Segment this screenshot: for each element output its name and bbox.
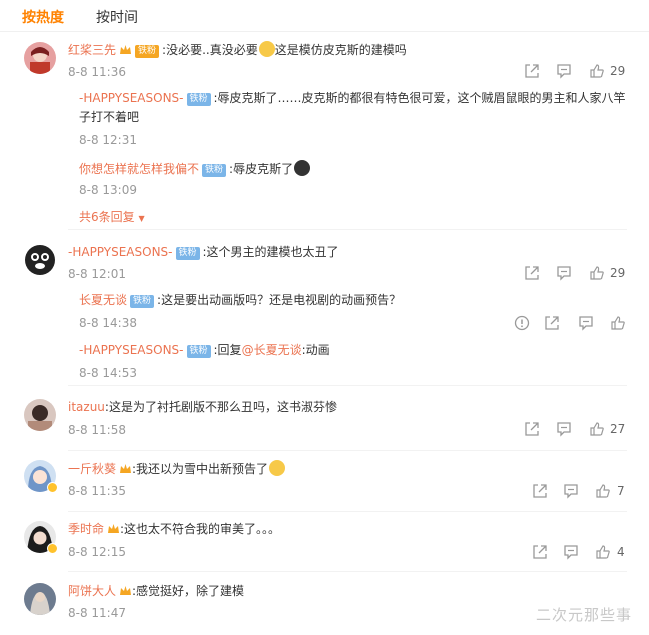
like-count: 27 xyxy=(610,422,626,436)
comment-username[interactable]: 红桨三先 xyxy=(68,43,116,57)
reply-time: 8-8 14:38 xyxy=(79,316,137,330)
crown-badge-icon xyxy=(120,464,132,473)
comment-text: :这是为了衬托剧版不那么丑吗，这书淑芬惨 xyxy=(104,400,337,414)
comment-actions: 29 xyxy=(524,265,629,281)
reply-text: :辱皮克斯了 xyxy=(229,162,294,176)
comment-time: 8-8 11:58 xyxy=(68,423,126,437)
comment-icon[interactable] xyxy=(578,315,594,331)
like-icon[interactable] xyxy=(589,63,605,79)
comment-actions: 7 xyxy=(532,483,629,499)
tab-sort-by-time[interactable]: 按时间 xyxy=(96,7,138,27)
comment-text: :这也太不符合我的审美了。。。 xyxy=(120,522,281,536)
comment-icon[interactable] xyxy=(556,63,572,79)
share-icon[interactable] xyxy=(544,315,560,331)
divider xyxy=(68,571,627,572)
share-icon[interactable] xyxy=(524,421,540,437)
like-count: 29 xyxy=(610,64,626,78)
crown-badge-icon xyxy=(108,524,120,533)
comment-actions: 27 xyxy=(524,421,629,437)
reply-text: :动画 xyxy=(301,343,330,357)
fan-badge: 铁粉 xyxy=(130,295,155,308)
more-replies-link[interactable]: 共6条回复 ▼ xyxy=(79,210,145,226)
report-icon[interactable] xyxy=(514,315,530,331)
reply-text: :这是要出动画版吗？还是电视剧的动画预告？ xyxy=(157,293,402,307)
comment-time: 8-8 11:35 xyxy=(68,484,126,498)
comment-username[interactable]: itazuu xyxy=(68,400,105,414)
reply-username[interactable]: -HAPPYSEASONS- xyxy=(79,343,184,357)
reply-text: :辱皮克斯了……皮克斯的都很有特色很可爱，这个贼眉鼠眼的男主和人家八竿 xyxy=(213,91,626,105)
reply-username[interactable]: 长夏无谈 xyxy=(79,293,127,307)
comment-icon[interactable] xyxy=(563,544,579,560)
fan-badge: 铁粉 xyxy=(175,247,200,260)
share-icon[interactable] xyxy=(532,544,548,560)
comment-time: 8-8 12:01 xyxy=(68,267,126,281)
verified-badge-icon xyxy=(47,482,58,493)
divider xyxy=(68,450,627,451)
like-icon[interactable] xyxy=(589,421,605,437)
comment-username[interactable]: 季时命 xyxy=(68,522,104,536)
emoji-icon xyxy=(258,41,275,57)
watermark: 二次元那些事 xyxy=(536,606,633,624)
emoji-icon xyxy=(294,160,311,176)
caret-down-icon: ▼ xyxy=(138,214,145,223)
share-icon[interactable] xyxy=(524,63,540,79)
comment-icon[interactable] xyxy=(556,265,572,281)
share-icon[interactable] xyxy=(532,483,548,499)
like-icon[interactable] xyxy=(610,315,626,331)
comment-time: 8-8 12:15 xyxy=(68,545,126,559)
like-icon[interactable] xyxy=(589,265,605,281)
comment-text: :这个男主的建模也太丑了 xyxy=(202,245,339,259)
comment-actions: 29 xyxy=(524,63,629,79)
fan-badge: 铁粉 xyxy=(135,45,160,58)
mention-link[interactable]: @长夏无谈 xyxy=(242,343,302,357)
avatar[interactable] xyxy=(24,399,56,431)
fan-badge: 铁粉 xyxy=(186,93,211,106)
reply-time: 8-8 14:53 xyxy=(79,366,137,380)
reply-prefix: :回复 xyxy=(213,343,242,357)
comment-time: 8-8 11:47 xyxy=(68,606,126,620)
reply-time: 8-8 12:31 xyxy=(79,133,137,147)
comment-icon[interactable] xyxy=(563,483,579,499)
emoji-icon xyxy=(269,460,286,476)
comment-text: :感觉挺好，除了建模 xyxy=(132,584,245,598)
reply-text-continued: 子打不着吧 xyxy=(79,110,140,124)
reply-actions xyxy=(514,315,629,331)
comment-icon[interactable] xyxy=(556,421,572,437)
comment-text: :没必要..真没必要 xyxy=(162,43,258,57)
like-count: 7 xyxy=(617,484,625,498)
crown-badge-icon xyxy=(120,45,132,54)
like-count: 29 xyxy=(610,266,626,280)
divider xyxy=(68,229,627,230)
comment-username[interactable]: -HAPPYSEASONS- xyxy=(68,245,173,259)
tab-sort-by-hot[interactable]: 按热度 xyxy=(22,7,64,27)
like-count: 4 xyxy=(617,545,625,559)
sort-tabs: 按热度 按时间 xyxy=(0,0,649,32)
reply-time: 8-8 13:09 xyxy=(79,183,137,197)
fan-badge: 铁粉 xyxy=(186,345,211,358)
reply-username[interactable]: -HAPPYSEASONS- xyxy=(79,91,184,105)
comment-username[interactable]: 一斤秋葵 xyxy=(68,462,116,476)
verified-badge-icon xyxy=(47,543,58,554)
comment-text-continued: 这是模仿皮克斯的建模吗 xyxy=(274,43,407,57)
like-icon[interactable] xyxy=(595,483,611,499)
reply-username[interactable]: 你想怎样就怎样我偏不 xyxy=(79,162,199,176)
avatar[interactable] xyxy=(24,42,56,74)
avatar[interactable] xyxy=(24,583,56,615)
divider xyxy=(68,385,627,386)
comment-time: 8-8 11:36 xyxy=(68,65,126,79)
comment-actions: 4 xyxy=(532,544,629,560)
fan-badge: 铁粉 xyxy=(202,164,227,177)
comment-text: :我还以为雪中出新预告了 xyxy=(132,462,269,476)
more-replies-label: 共6条回复 xyxy=(79,210,135,224)
avatar[interactable] xyxy=(24,244,56,276)
comment-username[interactable]: 阿饼大人 xyxy=(68,584,116,598)
like-icon[interactable] xyxy=(595,544,611,560)
divider xyxy=(68,511,627,512)
crown-badge-icon xyxy=(120,586,132,595)
share-icon[interactable] xyxy=(524,265,540,281)
